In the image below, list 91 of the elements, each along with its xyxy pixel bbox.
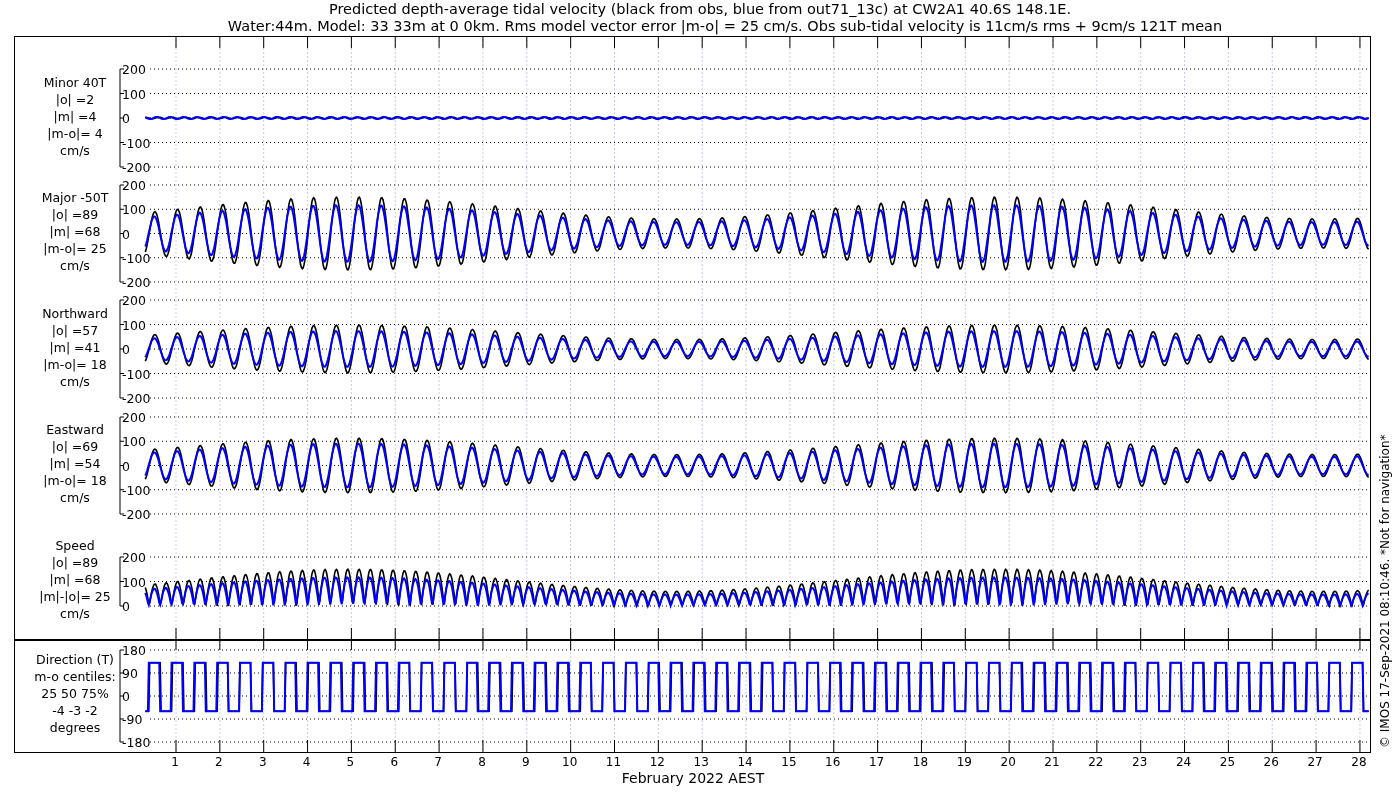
y-tick-label: 0 [122, 458, 130, 474]
x-tick-label: 6 [390, 755, 399, 769]
x-tick-label: 25 [1219, 755, 1236, 769]
x-tick-label: 21 [1044, 755, 1060, 769]
y-tick-label: 0 [122, 342, 130, 357]
panel-label: 25 50 75% [41, 686, 109, 701]
x-tick-label: 5 [346, 755, 355, 769]
x-tick-label: 27 [1307, 755, 1323, 769]
y-tick-label: -200 [122, 507, 151, 522]
x-tick-label: 7 [434, 755, 442, 769]
y-tick-label: -100 [122, 250, 151, 266]
y-tick-label: -200 [122, 391, 151, 406]
x-tick-label: 17 [868, 755, 885, 769]
copyright-note: © IMOS 17-Sep-2021 08:10:46. *Not for navigation* [1378, 434, 1392, 748]
panel-label: Northward [42, 306, 108, 321]
panel-label: |m-o|= 18 [43, 357, 107, 372]
y-tick-label: -100 [122, 482, 151, 498]
panel-label: |m-o|= 18 [43, 473, 107, 488]
panel-label: Eastward [46, 422, 104, 437]
x-tick-label: 13 [693, 755, 709, 769]
x-tick-label: 11 [605, 755, 622, 769]
x-tick-label: 9 [522, 755, 530, 769]
panel-label: degrees [49, 720, 101, 735]
x-tick-label: 10 [562, 755, 578, 769]
x-tick-label: 16 [825, 755, 841, 769]
chart-title: Water:44m. Model: 33 33m at 0 0km. Rms model vector error |m-o| = 25 cm/s. Obs sub-tidal velocity is 11cm/s rms + 9cm/s 121T mean [227, 18, 1223, 34]
panel-label: cm/s [60, 143, 90, 158]
panel-label: -4 -3 -2 [52, 703, 98, 718]
y-tick-label: 200 [122, 178, 146, 193]
panel-label: cm/s [60, 606, 90, 621]
panel-label: cm/s [60, 490, 90, 505]
panel-label: |m| =68 [49, 224, 101, 239]
y-tick-label: 100 [122, 434, 146, 450]
panel-label: |o| =57 [51, 323, 99, 338]
panel-label: |m| =4 [53, 109, 97, 124]
chart-title: Predicted depth-average tidal velocity (black from obs, blue from out71_13c) at CW2A1 40.6S 148.1E. [328, 1, 1072, 17]
x-tick-label: 2 [215, 755, 223, 769]
x-tick-label: 24 [1175, 755, 1192, 769]
panel-label: |m-o|= 25 [43, 241, 107, 256]
panel-label: |m-o|= 4 [47, 126, 103, 141]
panel-label: |o| =89 [51, 555, 99, 570]
y-tick-label: 90 [122, 666, 138, 681]
x-tick-label: 23 [1132, 755, 1148, 769]
x-tick-label: 1 [171, 755, 179, 769]
panel-label: |o| =2 [55, 92, 95, 107]
y-tick-label: 0 [122, 599, 130, 614]
x-tick-label: 12 [649, 755, 665, 769]
panel-label: |o| =69 [51, 439, 99, 454]
y-tick-label: 100 [122, 574, 146, 590]
x-tick-label: 19 [956, 755, 972, 769]
x-tick-label: 3 [258, 755, 267, 769]
x-tick-label: 20 [1000, 755, 1016, 769]
y-tick-label: 0 [122, 226, 130, 242]
x-tick-label: 8 [478, 755, 486, 769]
y-tick-label: -90 [122, 712, 143, 727]
y-tick-label: 200 [122, 550, 146, 565]
panel-label: Major -50T [41, 190, 109, 205]
panel-label: cm/s [60, 374, 90, 389]
y-tick-label: 100 [122, 86, 146, 102]
y-tick-label: 0 [122, 111, 130, 126]
panel-label: Speed [55, 538, 95, 553]
panel-label: |m| =54 [49, 456, 101, 471]
y-tick-label: 100 [122, 317, 146, 333]
panel-label: Minor 40T [43, 75, 107, 90]
y-tick-label: -200 [122, 275, 151, 290]
y-tick-label: -200 [122, 160, 151, 175]
y-tick-label: 200 [122, 62, 146, 77]
y-tick-label: 100 [122, 202, 146, 218]
y-tick-label: -100 [122, 135, 151, 151]
panel-label: m-o centiles: [34, 669, 116, 684]
x-tick-label: 4 [302, 755, 311, 769]
x-tick-label: 28 [1351, 755, 1367, 769]
y-tick-label: 200 [122, 293, 146, 308]
y-tick-label: -100 [122, 366, 151, 382]
axis-title: February 2022 AEST [621, 770, 765, 786]
x-tick-label: 14 [737, 755, 753, 769]
x-tick-label: 18 [912, 755, 929, 769]
y-axis [119, 556, 125, 607]
x-tick-label: 15 [781, 755, 797, 769]
y-tick-label: 200 [122, 410, 146, 425]
panel-label: |m| =68 [49, 572, 101, 587]
panel-label: cm/s [60, 258, 90, 273]
x-tick-label: 22 [1088, 755, 1104, 769]
panel-label: Direction (T) [36, 652, 114, 667]
y-tick-label: -180 [122, 735, 151, 750]
y-tick-label: 0 [122, 689, 130, 704]
panel-label: |m|-|o|= 25 [39, 589, 111, 604]
panel-label: |o| =89 [51, 207, 99, 222]
y-tick-label: 180 [122, 643, 146, 658]
panel-label: |m| =41 [49, 340, 101, 355]
x-tick-label: 26 [1263, 755, 1279, 769]
